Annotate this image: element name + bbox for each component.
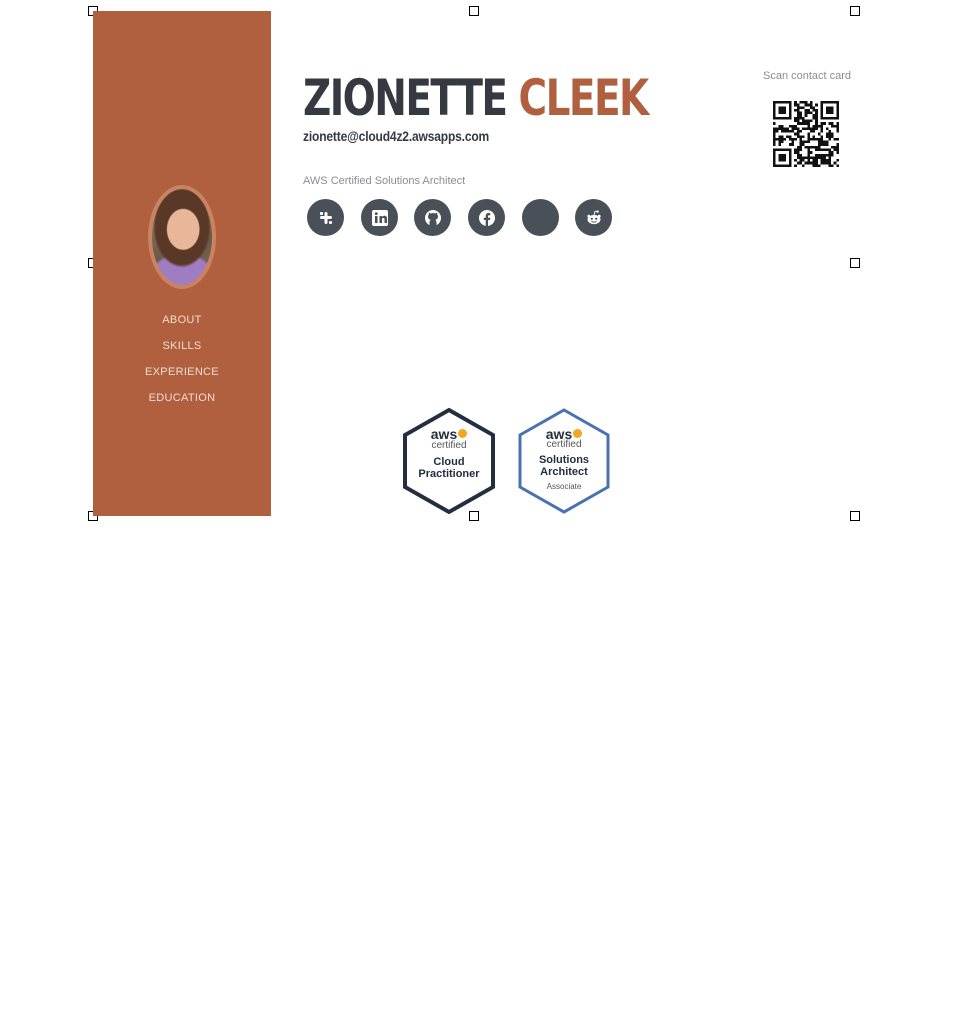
nav-item-education[interactable]: EDUCATION: [93, 385, 271, 411]
nav-item-about[interactable]: ABOUT: [93, 307, 271, 333]
slack-icon[interactable]: [307, 199, 344, 236]
badge-solutions-architect: aws certified Solutions Architect Associ…: [516, 407, 612, 515]
resize-handle-right[interactable]: [850, 258, 860, 268]
resize-handle-bottom-right[interactable]: [850, 511, 860, 521]
badge-line1: Cloud: [433, 456, 465, 468]
check-icon: [573, 429, 583, 438]
badge-sub: certified: [431, 440, 467, 451]
blank-icon[interactable]: [522, 199, 559, 236]
qr-label: Scan contact card: [763, 70, 852, 82]
email-link[interactable]: zionette@cloud4z2.awsapps.com: [303, 128, 489, 144]
page-title: ZIONETTE CLEEK: [303, 66, 650, 130]
nav-item-experience[interactable]: EXPERIENCE: [93, 359, 271, 385]
badge-cloud-practitioner: aws certified Cloud Practitioner: [401, 407, 497, 515]
badge-line2: Architect: [540, 466, 588, 478]
check-icon: [458, 429, 468, 438]
sidebar-nav: ABOUT SKILLS EXPERIENCE EDUCATION: [93, 307, 271, 411]
badge-line3: Associate: [546, 482, 582, 491]
resize-handle-top[interactable]: [469, 6, 479, 16]
last-name: CLEEK: [518, 69, 650, 127]
certification-subtitle: AWS Certified Solutions Architect: [303, 175, 466, 187]
resize-handle-top-right[interactable]: [850, 6, 860, 16]
badge-sub: certified: [546, 439, 582, 450]
badge-line2: Practitioner: [418, 468, 480, 480]
reddit-icon[interactable]: [575, 199, 612, 236]
avatar: [148, 185, 216, 289]
sidebar: ABOUT SKILLS EXPERIENCE EDUCATION: [93, 11, 271, 516]
nav-item-skills[interactable]: SKILLS: [93, 333, 271, 359]
facebook-icon[interactable]: [468, 199, 505, 236]
first-name: ZIONETTE: [303, 69, 508, 127]
linkedin-icon[interactable]: [361, 199, 398, 236]
github-icon[interactable]: [414, 199, 451, 236]
qr-code[interactable]: [773, 101, 839, 167]
badge-line1: Solutions: [538, 454, 590, 466]
